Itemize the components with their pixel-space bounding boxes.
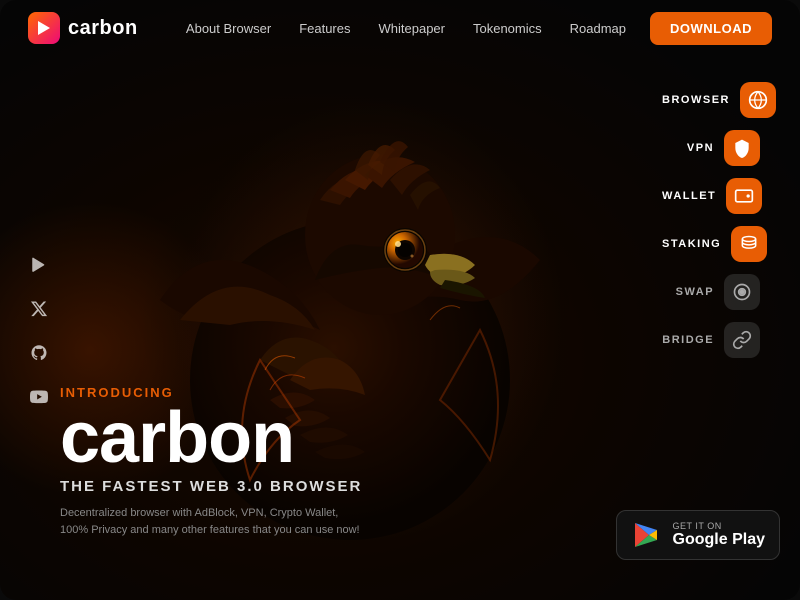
feature-staking-label: STAKING (662, 238, 721, 250)
hero-description: Decentralized browser with AdBlock, VPN,… (60, 505, 360, 540)
feature-staking[interactable]: STAKING (658, 224, 780, 264)
youtube-icon[interactable] (28, 386, 50, 408)
feature-bridge-label: BRIDGE (662, 334, 714, 346)
feature-wallet-icon[interactable] (726, 178, 762, 214)
feature-panel: BROWSER VPN WALLET (658, 80, 780, 360)
nav-links: About Browser Features Whitepaper Tokeno… (186, 21, 626, 36)
feature-browser-label: BROWSER (662, 94, 730, 106)
feature-swap-label: SWAP (662, 286, 714, 298)
nav-link-tokenomics[interactable]: Tokenomics (473, 21, 542, 36)
logo-icon (28, 12, 60, 44)
nav-link-features[interactable]: Features (299, 21, 350, 36)
google-play-text-area: GET IT ON Google Play (673, 521, 765, 549)
feature-wallet-label: WALLET (662, 190, 716, 202)
google-play-badge[interactable]: GET IT ON Google Play (616, 510, 780, 560)
download-button[interactable]: DOWNLOAD (650, 12, 772, 45)
google-play-social-icon[interactable] (28, 254, 50, 276)
feature-vpn[interactable]: VPN (658, 128, 780, 168)
hero-title: carbon (60, 402, 362, 474)
feature-wallet[interactable]: WALLET (658, 176, 780, 216)
page-wrapper: carbon About Browser Features Whitepaper… (0, 0, 800, 600)
nav-link-about[interactable]: About Browser (186, 21, 271, 36)
logo-text: carbon (68, 17, 138, 40)
feature-bridge[interactable]: BRIDGE (658, 320, 780, 360)
feature-vpn-icon[interactable] (724, 130, 760, 166)
google-play-icon (631, 519, 663, 551)
feature-swap-icon[interactable] (724, 274, 760, 310)
get-it-on-label: GET IT ON (673, 521, 765, 531)
logo-area[interactable]: carbon (28, 12, 138, 44)
github-icon[interactable] (28, 342, 50, 364)
feature-swap[interactable]: SWAP (658, 272, 780, 312)
nav-link-whitepaper[interactable]: Whitepaper (379, 21, 445, 36)
google-play-label: Google Play (673, 531, 765, 549)
navbar: carbon About Browser Features Whitepaper… (0, 0, 800, 56)
social-sidebar (28, 254, 50, 408)
hero-text: INTRODUCING carbon THE FASTEST WEB 3.0 B… (60, 385, 362, 540)
feature-staking-icon[interactable] (731, 226, 767, 262)
hero-subtitle: THE FASTEST WEB 3.0 BROWSER (60, 478, 362, 495)
feature-browser-icon[interactable] (740, 82, 776, 118)
feature-browser[interactable]: BROWSER (658, 80, 780, 120)
feature-bridge-icon[interactable] (724, 322, 760, 358)
feature-vpn-label: VPN (662, 142, 714, 154)
nav-link-roadmap[interactable]: Roadmap (570, 21, 626, 36)
twitter-icon[interactable] (28, 298, 50, 320)
